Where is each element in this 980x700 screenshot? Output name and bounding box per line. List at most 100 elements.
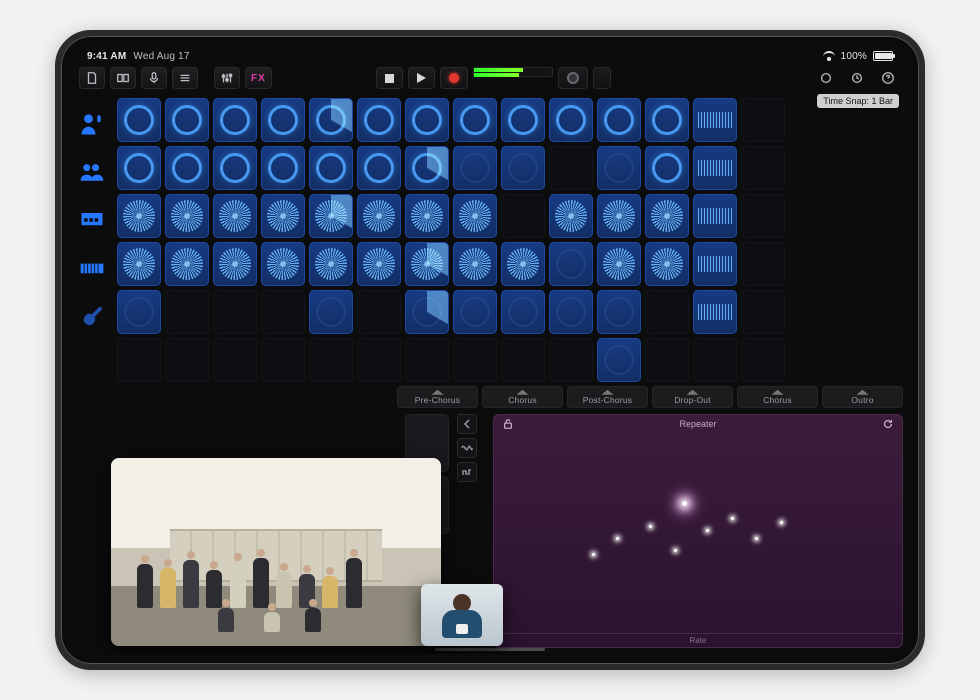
loop-cell[interactable] <box>501 98 545 142</box>
loop-cell[interactable] <box>117 98 161 142</box>
loop-cell[interactable] <box>357 146 401 190</box>
loop-cell[interactable] <box>741 194 785 238</box>
loop-cell[interactable] <box>645 242 689 286</box>
loop-cell[interactable] <box>213 242 257 286</box>
loop-cell[interactable] <box>357 194 401 238</box>
loop-cell[interactable] <box>549 338 593 382</box>
sidebar-keyboard[interactable] <box>76 252 108 284</box>
loop-cell[interactable] <box>261 98 305 142</box>
loop-cell[interactable] <box>165 242 209 286</box>
mic-button[interactable] <box>141 67 167 89</box>
loop-cell[interactable] <box>597 98 641 142</box>
fx-prev[interactable] <box>457 414 477 434</box>
loop-cell[interactable] <box>165 98 209 142</box>
loop-cell[interactable] <box>309 338 353 382</box>
loop-cell[interactable] <box>453 338 497 382</box>
sidebar-drum-machine[interactable] <box>76 204 108 236</box>
loop-cell[interactable] <box>597 290 641 334</box>
section-marker[interactable]: Chorus <box>482 386 563 408</box>
loop-cell[interactable] <box>501 146 545 190</box>
pip-video-caller[interactable] <box>421 584 503 646</box>
loop-cell[interactable] <box>117 338 161 382</box>
loop-cell[interactable] <box>309 290 353 334</box>
sidebar-guitar[interactable] <box>76 300 108 332</box>
section-marker[interactable]: Pre-Chorus <box>397 386 478 408</box>
loop-cell[interactable] <box>405 146 449 190</box>
reset-icon[interactable] <box>882 418 894 430</box>
loop-cell[interactable] <box>357 338 401 382</box>
loop-cell[interactable] <box>261 290 305 334</box>
loop-cell[interactable] <box>501 194 545 238</box>
loop-cell[interactable] <box>213 194 257 238</box>
loop-cell[interactable] <box>405 98 449 142</box>
repeater-panel[interactable]: Repeater <box>493 414 903 648</box>
loop-cell[interactable] <box>693 194 737 238</box>
loop-cell[interactable] <box>309 194 353 238</box>
loop-cell[interactable] <box>453 146 497 190</box>
loop-cell[interactable] <box>405 194 449 238</box>
loop-cell[interactable] <box>693 98 737 142</box>
home-indicator[interactable] <box>435 648 545 651</box>
loop-cell[interactable] <box>693 338 737 382</box>
section-marker[interactable]: Outro <box>822 386 903 408</box>
loop-cell[interactable] <box>693 146 737 190</box>
fx-button[interactable]: FX <box>245 67 272 89</box>
loop-cell[interactable] <box>597 242 641 286</box>
metronome-button[interactable] <box>593 67 611 89</box>
loop-cell[interactable] <box>405 338 449 382</box>
loop-cell[interactable] <box>261 146 305 190</box>
loop-cell[interactable] <box>117 242 161 286</box>
sidebar-group-vocals[interactable] <box>76 156 108 188</box>
loop-cell[interactable] <box>693 242 737 286</box>
loop-cell[interactable] <box>741 242 785 286</box>
stop-button[interactable] <box>376 67 403 89</box>
play-button[interactable] <box>408 67 435 89</box>
loop-cell[interactable] <box>165 194 209 238</box>
repeater-xy-pad[interactable] <box>494 433 902 633</box>
view-button[interactable] <box>110 67 136 89</box>
loop-cell[interactable] <box>309 98 353 142</box>
loop-cell[interactable] <box>117 146 161 190</box>
settings-button[interactable] <box>844 67 870 89</box>
loop-button[interactable] <box>813 67 839 89</box>
pip-video-main[interactable] <box>111 458 441 646</box>
browser-button[interactable] <box>172 67 198 89</box>
loop-cell[interactable] <box>741 338 785 382</box>
loop-cell[interactable] <box>261 194 305 238</box>
fx-wave[interactable] <box>457 438 477 458</box>
loop-cell[interactable] <box>597 338 641 382</box>
unlock-icon[interactable] <box>502 418 514 430</box>
loop-cell[interactable] <box>549 290 593 334</box>
loop-cell[interactable] <box>645 146 689 190</box>
loop-cell[interactable] <box>741 290 785 334</box>
loop-cell[interactable] <box>213 146 257 190</box>
loop-cell[interactable] <box>549 242 593 286</box>
loop-cell[interactable] <box>693 290 737 334</box>
loop-cell[interactable] <box>357 98 401 142</box>
loop-cell[interactable] <box>453 242 497 286</box>
section-marker[interactable]: Drop-Out <box>652 386 733 408</box>
loop-cell[interactable] <box>645 98 689 142</box>
loop-cell[interactable] <box>117 194 161 238</box>
loop-cell[interactable] <box>357 290 401 334</box>
help-button[interactable] <box>875 67 901 89</box>
loop-cell[interactable] <box>549 146 593 190</box>
record-button[interactable] <box>440 67 468 89</box>
loop-grid[interactable] <box>113 94 903 384</box>
section-marker[interactable]: Chorus <box>737 386 818 408</box>
loop-cell[interactable] <box>453 194 497 238</box>
loop-cell[interactable] <box>645 338 689 382</box>
loop-cell[interactable] <box>453 290 497 334</box>
loop-cell[interactable] <box>405 242 449 286</box>
loop-cell[interactable] <box>645 194 689 238</box>
loop-cell[interactable] <box>213 98 257 142</box>
loop-cell[interactable] <box>741 146 785 190</box>
loop-cell[interactable] <box>549 98 593 142</box>
loop-cell[interactable] <box>453 98 497 142</box>
loop-cell[interactable] <box>117 290 161 334</box>
loop-cell[interactable] <box>597 194 641 238</box>
loop-cell[interactable] <box>261 242 305 286</box>
loop-cell[interactable] <box>501 338 545 382</box>
loop-cell[interactable] <box>261 338 305 382</box>
loop-cell[interactable] <box>741 98 785 142</box>
